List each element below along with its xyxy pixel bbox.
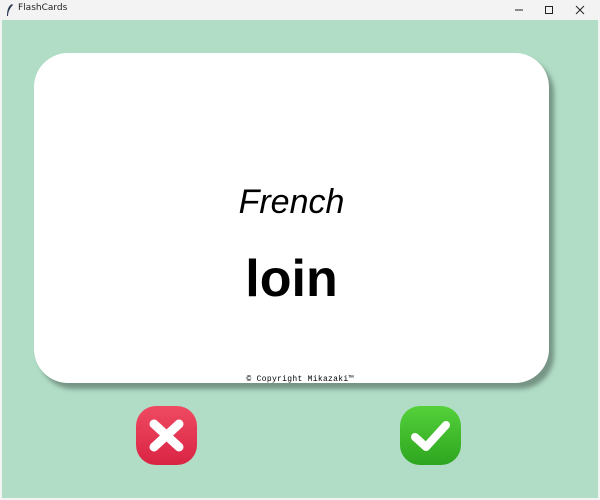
copyright-text: © Copyright Mikazaki™ (246, 375, 354, 384)
card-language: French (238, 183, 345, 221)
wrong-button[interactable] (135, 405, 198, 466)
cross-icon (136, 406, 197, 465)
right-button[interactable] (399, 405, 462, 466)
feather-icon (7, 4, 13, 16)
minimize-icon (515, 9, 523, 11)
close-icon (575, 5, 585, 15)
check-icon (400, 406, 461, 465)
maximize-icon (545, 6, 553, 14)
minimize-button[interactable] (504, 0, 534, 20)
maximize-button[interactable] (534, 0, 564, 20)
flash-card: French loin (34, 53, 549, 383)
title-bar: FlashCards (0, 0, 600, 20)
close-button[interactable] (565, 0, 595, 20)
card-word: loin (245, 250, 338, 308)
window-title: FlashCards (18, 3, 68, 13)
